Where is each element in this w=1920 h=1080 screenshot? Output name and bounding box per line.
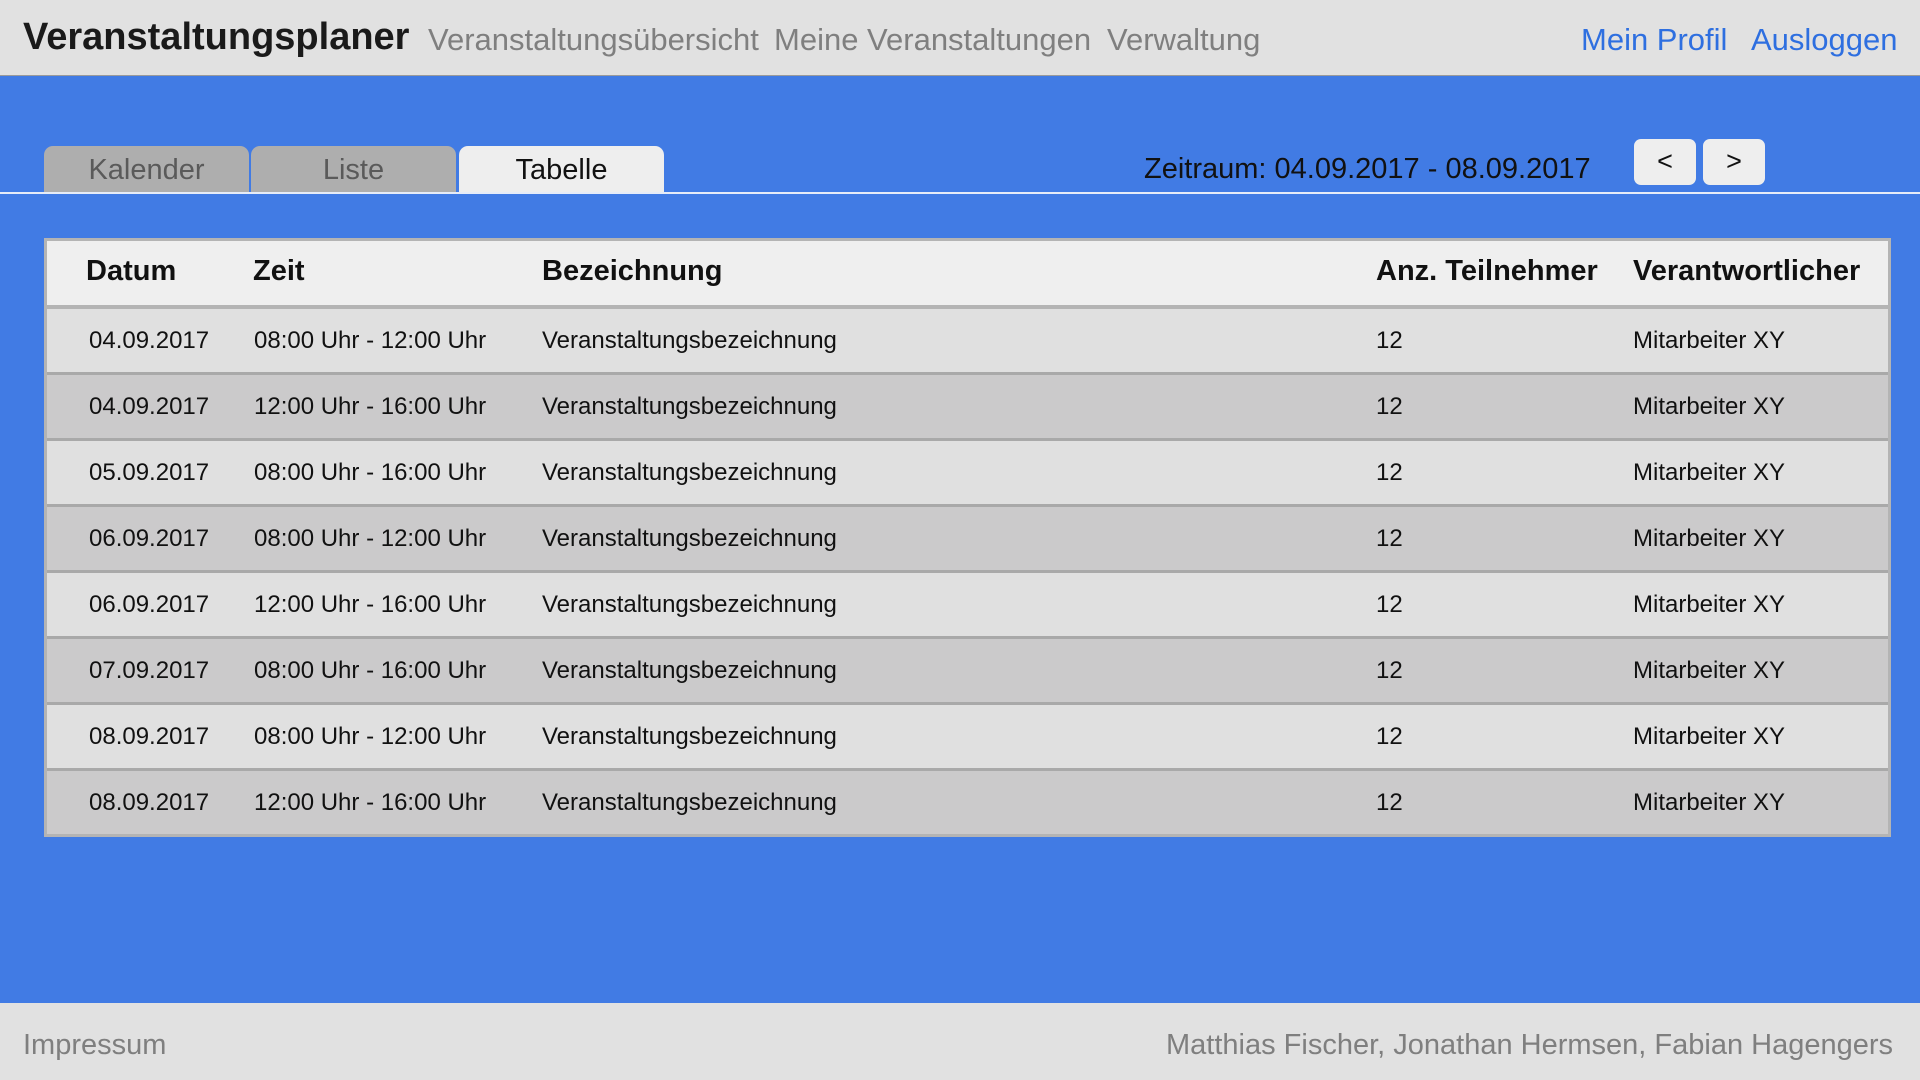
cell-zeit: 08:00 Uhr - 16:00 Uhr (254, 657, 487, 684)
table-row[interactable]: 05.09.2017 08:00 Uhr - 16:00 Uhr Veranst… (47, 441, 1888, 507)
cell-zeit: 12:00 Uhr - 16:00 Uhr (254, 393, 487, 420)
cell-datum: 08.09.2017 (89, 789, 210, 816)
cell-teilnehmer: 12 (1376, 327, 1403, 354)
top-navbar: Veranstaltungsplaner Veranstaltungsübers… (0, 0, 1920, 76)
cell-teilnehmer: 12 (1376, 591, 1403, 618)
cell-verantwortlicher: Mitarbeiter XY (1633, 591, 1786, 618)
next-period-button[interactable]: > (1703, 139, 1765, 185)
table-row[interactable]: 07.09.2017 08:00 Uhr - 16:00 Uhr Veranst… (47, 639, 1888, 705)
column-header-bezeichnung[interactable]: Bezeichnung (542, 255, 722, 288)
cell-datum: 04.09.2017 (89, 393, 210, 420)
cell-datum: 04.09.2017 (89, 327, 210, 354)
cell-teilnehmer: 12 (1376, 789, 1403, 816)
tab-kalender[interactable]: Kalender (44, 146, 249, 192)
column-header-zeit[interactable]: Zeit (253, 255, 305, 288)
cell-datum: 08.09.2017 (89, 723, 210, 750)
footer: Impressum Matthias Fischer, Jonathan Her… (0, 1003, 1920, 1080)
cell-zeit: 12:00 Uhr - 16:00 Uhr (254, 591, 487, 618)
cell-datum: 07.09.2017 (89, 657, 210, 684)
period-label: Zeitraum: 04.09.2017 - 08.09.2017 (1144, 153, 1591, 185)
table-row[interactable]: 04.09.2017 08:00 Uhr - 12:00 Uhr Veranst… (47, 309, 1888, 375)
table-row[interactable]: 04.09.2017 12:00 Uhr - 16:00 Uhr Veranst… (47, 375, 1888, 441)
cell-bezeichnung: Veranstaltungsbezeichnung (542, 657, 837, 684)
table-row[interactable]: 08.09.2017 12:00 Uhr - 16:00 Uhr Veranst… (47, 771, 1888, 834)
prev-period-button[interactable]: < (1634, 139, 1696, 185)
cell-bezeichnung: Veranstaltungsbezeichnung (542, 459, 837, 486)
nav-veranstaltungsuebersicht[interactable]: Veranstaltungsübersicht (428, 22, 759, 58)
cell-bezeichnung: Veranstaltungsbezeichnung (542, 591, 837, 618)
cell-datum: 06.09.2017 (89, 525, 210, 552)
app-title[interactable]: Veranstaltungsplaner (23, 16, 409, 59)
cell-bezeichnung: Veranstaltungsbezeichnung (542, 789, 837, 816)
cell-teilnehmer: 12 (1376, 459, 1403, 486)
table-header: Datum Zeit Bezeichnung Anz. Teilnehmer V… (47, 241, 1888, 309)
cell-zeit: 08:00 Uhr - 12:00 Uhr (254, 525, 487, 552)
events-table: Datum Zeit Bezeichnung Anz. Teilnehmer V… (44, 238, 1891, 837)
cell-bezeichnung: Veranstaltungsbezeichnung (542, 723, 837, 750)
cell-verantwortlicher: Mitarbeiter XY (1633, 459, 1786, 486)
cell-zeit: 08:00 Uhr - 16:00 Uhr (254, 459, 487, 486)
cell-bezeichnung: Veranstaltungsbezeichnung (542, 393, 837, 420)
tab-tabelle[interactable]: Tabelle (459, 146, 664, 192)
cell-teilnehmer: 12 (1376, 657, 1403, 684)
nav-meine-veranstaltungen[interactable]: Meine Veranstaltungen (774, 22, 1091, 58)
table-row[interactable]: 08.09.2017 08:00 Uhr - 12:00 Uhr Veranst… (47, 705, 1888, 771)
cell-bezeichnung: Veranstaltungsbezeichnung (542, 525, 837, 552)
table-row[interactable]: 06.09.2017 12:00 Uhr - 16:00 Uhr Veranst… (47, 573, 1888, 639)
profile-link[interactable]: Mein Profil (1581, 22, 1727, 58)
tab-divider (0, 192, 1920, 194)
cell-bezeichnung: Veranstaltungsbezeichnung (542, 327, 837, 354)
tab-liste[interactable]: Liste (251, 146, 456, 192)
column-header-datum[interactable]: Datum (86, 255, 176, 288)
cell-datum: 06.09.2017 (89, 591, 210, 618)
impressum-link[interactable]: Impressum (23, 1029, 166, 1062)
column-header-teilnehmer[interactable]: Anz. Teilnehmer (1376, 255, 1598, 288)
cell-zeit: 08:00 Uhr - 12:00 Uhr (254, 723, 487, 750)
column-header-verantwortlicher[interactable]: Verantwortlicher (1633, 255, 1860, 288)
cell-zeit: 12:00 Uhr - 16:00 Uhr (254, 789, 487, 816)
logout-link[interactable]: Ausloggen (1751, 22, 1898, 58)
cell-verantwortlicher: Mitarbeiter XY (1633, 327, 1786, 354)
cell-zeit: 08:00 Uhr - 12:00 Uhr (254, 327, 487, 354)
cell-datum: 05.09.2017 (89, 459, 210, 486)
footer-authors: Matthias Fischer, Jonathan Hermsen, Fabi… (1166, 1029, 1893, 1061)
cell-verantwortlicher: Mitarbeiter XY (1633, 789, 1786, 816)
cell-verantwortlicher: Mitarbeiter XY (1633, 657, 1786, 684)
cell-teilnehmer: 12 (1376, 723, 1403, 750)
nav-verwaltung[interactable]: Verwaltung (1107, 22, 1260, 58)
cell-verantwortlicher: Mitarbeiter XY (1633, 525, 1786, 552)
cell-teilnehmer: 12 (1376, 393, 1403, 420)
cell-verantwortlicher: Mitarbeiter XY (1633, 723, 1786, 750)
cell-verantwortlicher: Mitarbeiter XY (1633, 393, 1786, 420)
cell-teilnehmer: 12 (1376, 525, 1403, 552)
table-row[interactable]: 06.09.2017 08:00 Uhr - 12:00 Uhr Veranst… (47, 507, 1888, 573)
